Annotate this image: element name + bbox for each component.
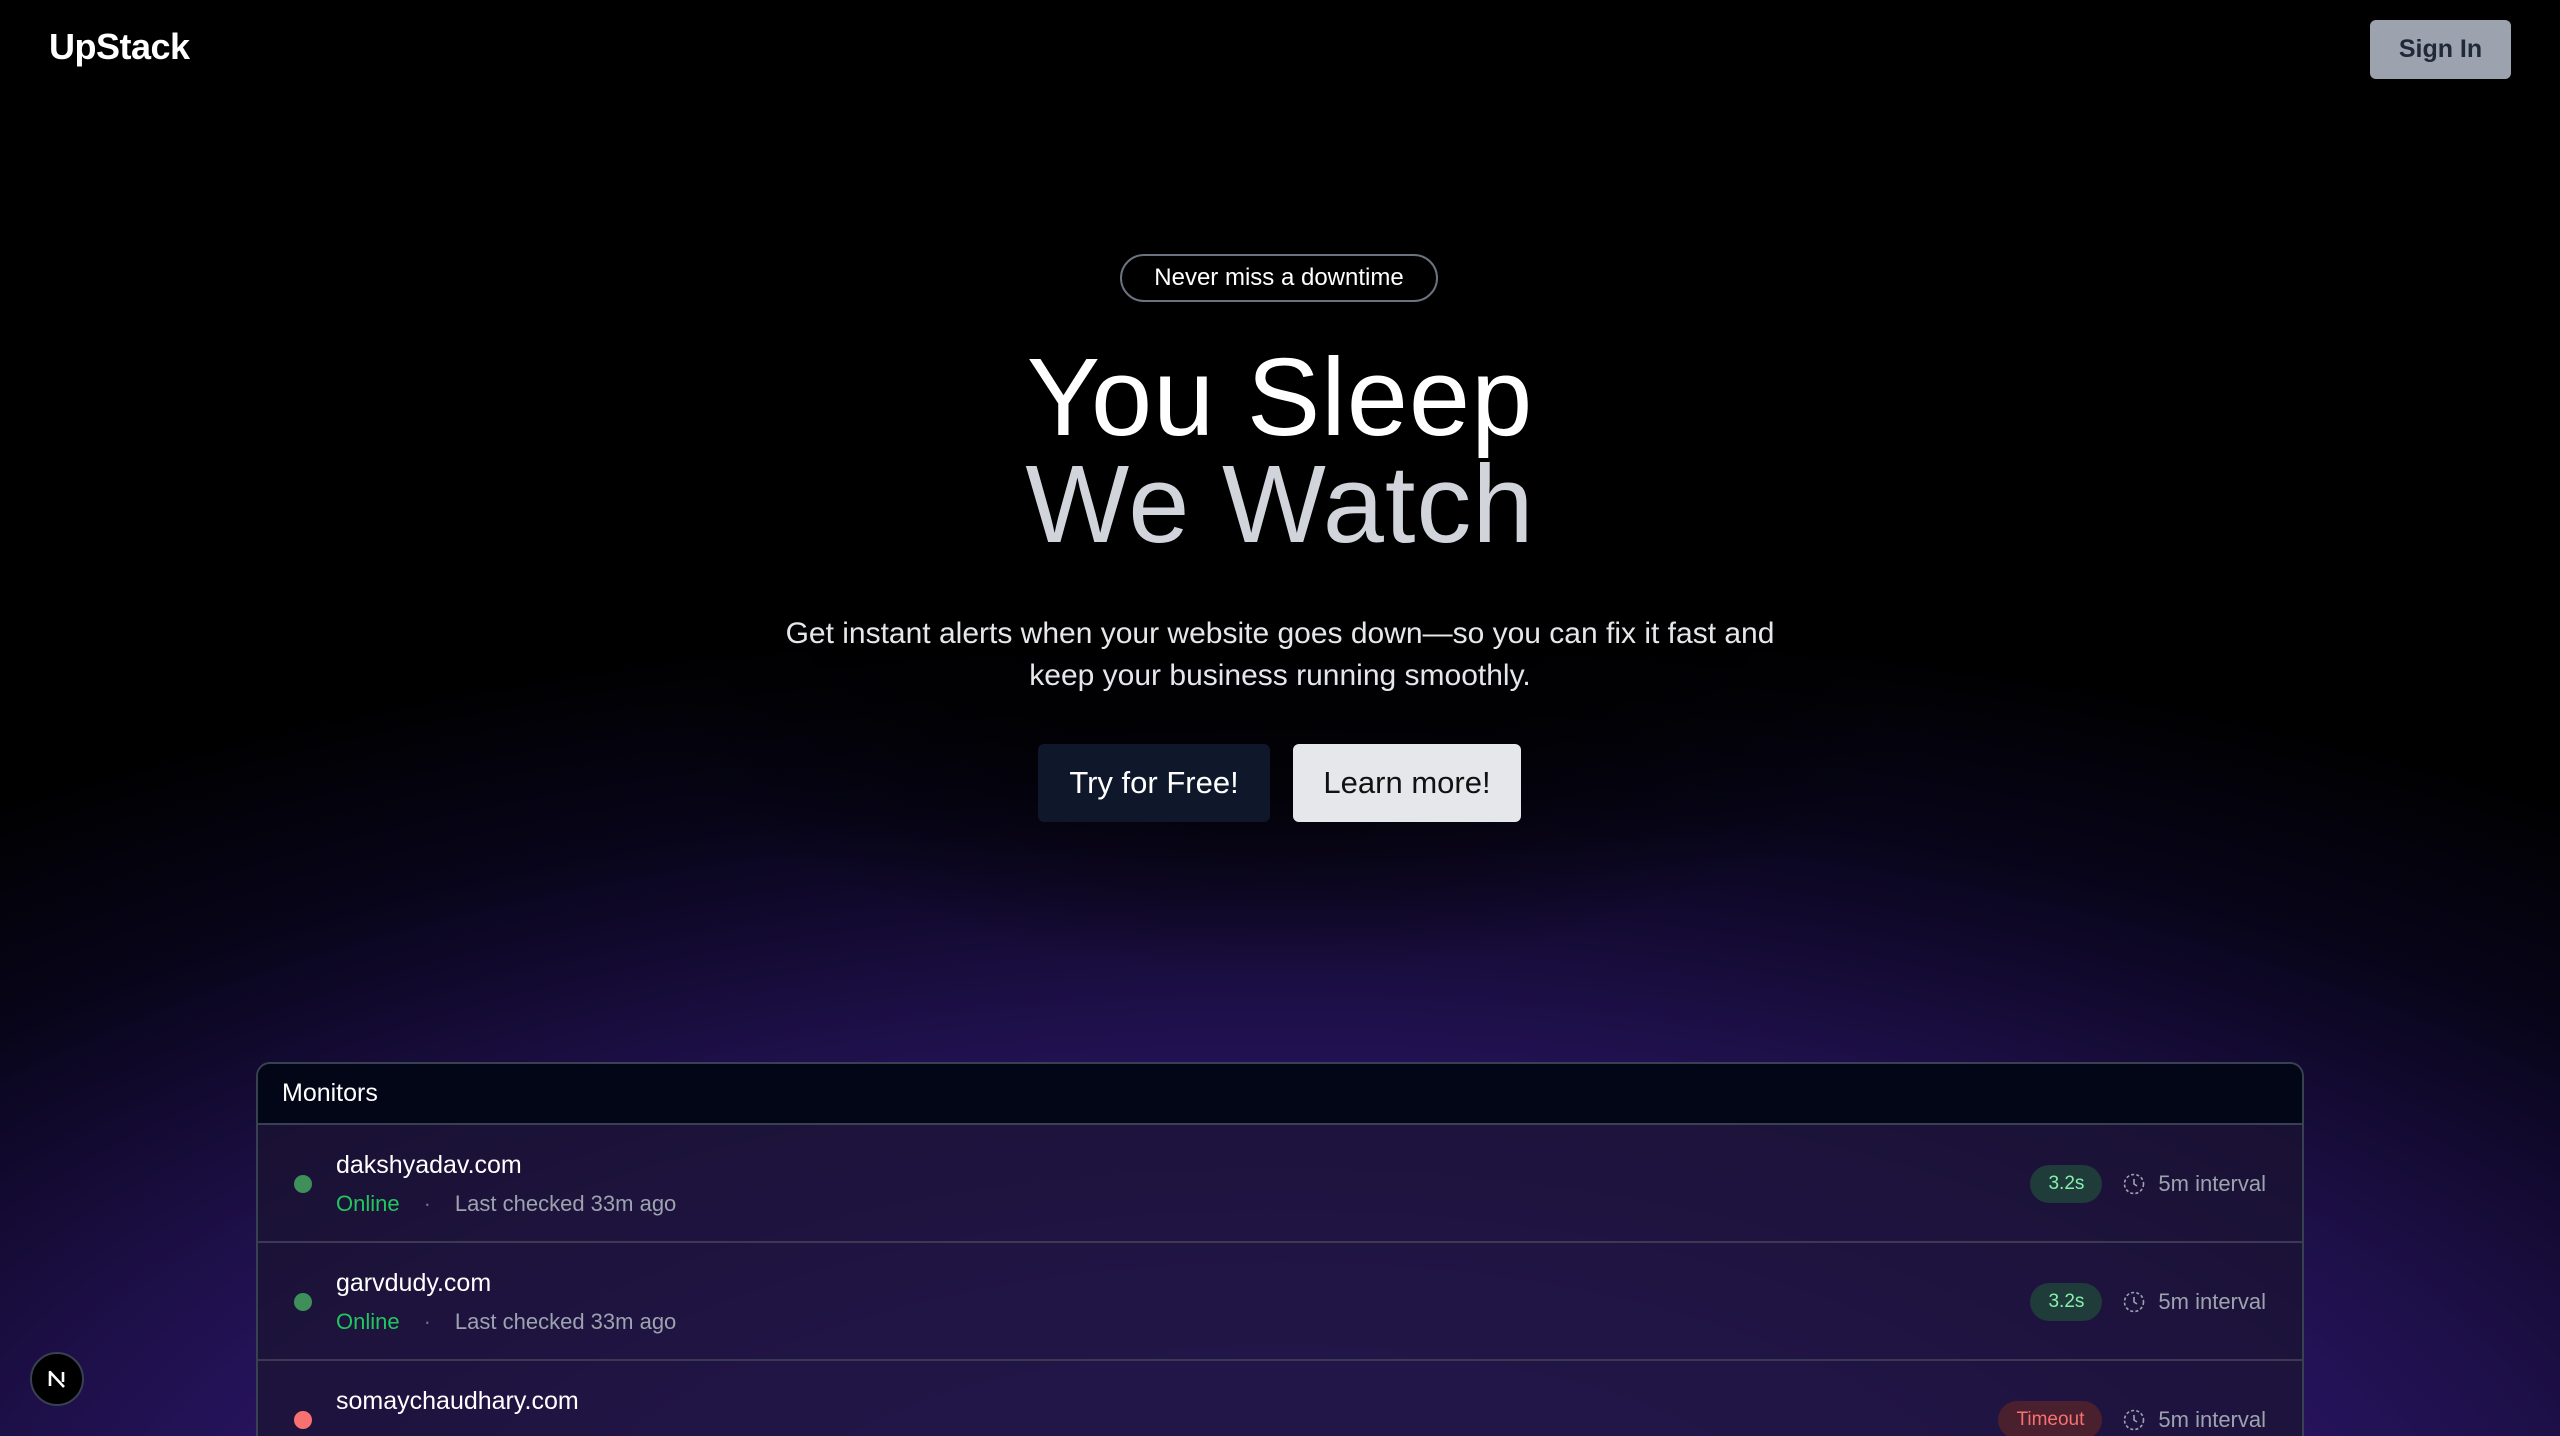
- monitor-interval: 5m interval: [2122, 1171, 2266, 1197]
- tagline-pill: Never miss a downtime: [1120, 254, 1438, 302]
- clock-dashed-icon: [2124, 1173, 2145, 1195]
- interval-label: 5m interval: [2158, 1289, 2266, 1314]
- hero-subtitle: Get instant alerts when your website goe…: [785, 617, 1775, 692]
- status-dot: [294, 1293, 312, 1311]
- monitors-panel: Monitors dakshyadav.com Online · Last ch…: [256, 1062, 2304, 1436]
- next-n-glyph: [48, 1370, 65, 1388]
- status-dot: [294, 1411, 312, 1429]
- clock-dashed-icon: [2124, 1409, 2145, 1431]
- monitor-interval: 5m interval: [2122, 1407, 2266, 1433]
- monitor-meta: 3.2s 5m interval: [2030, 1165, 2266, 1203]
- status-dot: [294, 1175, 312, 1193]
- monitor-meta: Timeout 5m interval: [1998, 1401, 2266, 1436]
- response-time-badge: 3.2s: [2030, 1283, 2103, 1321]
- sign-in-button[interactable]: Sign In: [2370, 20, 2511, 79]
- separator-dot: ·: [423, 1191, 431, 1216]
- monitor-status: Online: [336, 1191, 400, 1216]
- monitor-status: Online: [336, 1309, 400, 1334]
- learn-more-button[interactable]: Learn more!: [1293, 744, 1521, 822]
- timeout-badge: Timeout: [1998, 1401, 2103, 1436]
- separator-dot: ·: [423, 1309, 431, 1334]
- interval-label: 5m interval: [2158, 1171, 2266, 1196]
- monitor-row[interactable]: somaychaudhary.com Timeout 5m interval: [258, 1361, 2302, 1436]
- clock-dashed-icon: [2124, 1291, 2145, 1313]
- monitor-meta: 3.2s 5m interval: [2030, 1283, 2266, 1321]
- monitor-site-name: dakshyadav.com: [336, 1151, 522, 1179]
- monitor-last-checked: Last checked 33m ago: [454, 1191, 677, 1216]
- monitor-last-checked: Last checked 33m ago: [454, 1309, 677, 1334]
- monitor-row[interactable]: dakshyadav.com Online · Last checked 33m…: [258, 1125, 2302, 1243]
- next-logo-icon[interactable]: [30, 1352, 84, 1406]
- hero-title-line-2: We Watch: [1025, 443, 1535, 566]
- monitors-panel-title: Monitors: [258, 1064, 2302, 1125]
- monitor-interval: 5m interval: [2122, 1289, 2266, 1315]
- monitor-status-line: Online · Last checked 33m ago: [336, 1309, 676, 1335]
- monitor-site-name: garvdudy.com: [336, 1269, 492, 1297]
- interval-label: 5m interval: [2158, 1407, 2266, 1432]
- hero-title-line-1: You Sleep: [1026, 336, 1534, 459]
- response-time-badge: 3.2s: [2030, 1165, 2103, 1203]
- monitor-status-line: Online · Last checked 33m ago: [336, 1191, 676, 1217]
- brand-logo[interactable]: UpStack: [49, 26, 190, 68]
- try-for-free-button[interactable]: Try for Free!: [1038, 744, 1270, 822]
- monitor-row[interactable]: garvdudy.com Online · Last checked 33m a…: [258, 1243, 2302, 1361]
- monitor-site-name: somaychaudhary.com: [336, 1387, 579, 1415]
- landing-page: UpStack Sign In Never miss a downtime Yo…: [0, 0, 2560, 1436]
